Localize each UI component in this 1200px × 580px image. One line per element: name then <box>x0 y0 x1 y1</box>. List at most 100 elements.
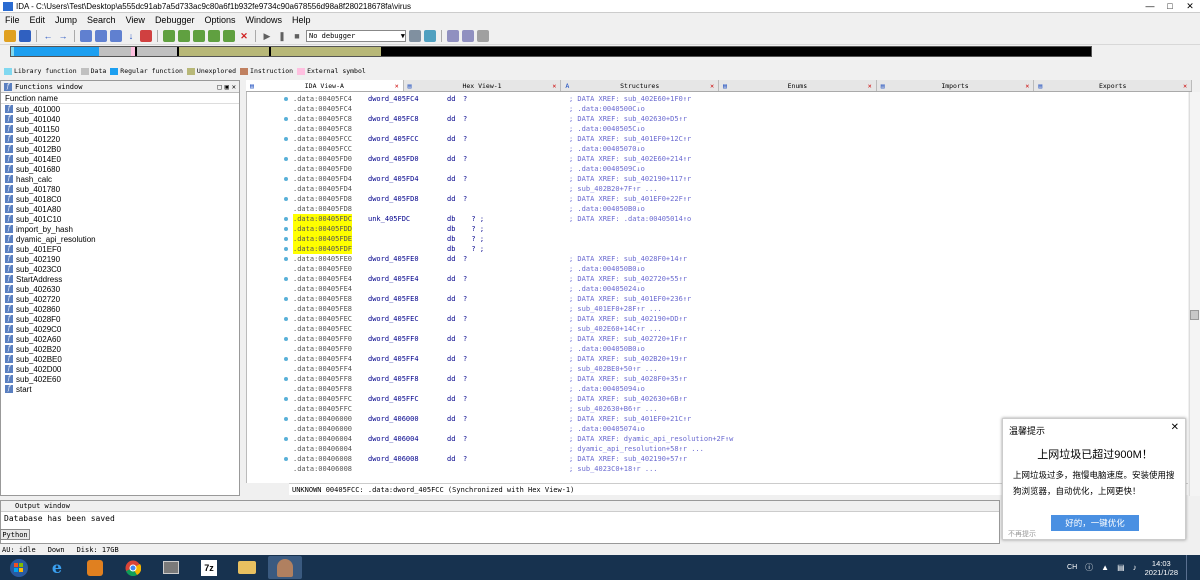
disasm-line[interactable]: .data:00405FF8 dword_405FF8 dd? ; DATA XREF… <box>247 374 1188 384</box>
function-list-item[interactable]: f sub_401780 <box>1 184 239 194</box>
disasm-line[interactable]: .data:00405FFC dword_405FFC dd? ; DATA XREF… <box>247 394 1188 404</box>
function-list-item[interactable]: f start <box>1 384 239 394</box>
function-list-item[interactable]: f sub_4018C0 <box>1 194 239 204</box>
pin-icon[interactable]: ▣ <box>225 83 229 91</box>
function-list-item[interactable]: f sub_402E60 <box>1 374 239 384</box>
network-icon[interactable]: ▤ <box>1117 563 1125 572</box>
disasm-line[interactable]: .data:00405FDC unk_405FDC db ? ; ; DATA XRE… <box>247 214 1188 224</box>
tab-exports[interactable]: ▤ Exports ✕ <box>1034 80 1193 91</box>
menu-file[interactable]: File <box>0 15 25 25</box>
disasm-line[interactable]: .data:00405FE0 ; .data:004050B0↓o <box>247 264 1188 274</box>
python-button[interactable]: Python <box>0 529 30 540</box>
disasm-line[interactable]: .data:00405FF0 ; .data:004050B0↓o <box>247 344 1188 354</box>
text-search-icon[interactable] <box>95 29 107 42</box>
function-list-item[interactable]: f sub_402720 <box>1 294 239 304</box>
debug-options-icon[interactable] <box>409 29 421 42</box>
minimize-icon[interactable]: — <box>1140 1 1160 11</box>
function-list-item[interactable]: f sub_4014E0 <box>1 154 239 164</box>
disasm-line[interactable]: .data:00405FC8 dword_405FC8 dd? ; DATA XREF… <box>247 114 1188 124</box>
disasm-line[interactable]: .data:00405FE8 ; sub_401EF0+28F↑r ... <box>247 304 1188 314</box>
disasm-line[interactable]: .data:00405FD0 ; .data:0040509C↓o <box>247 164 1188 174</box>
tab-hex-view-1[interactable]: ▤ Hex View-1 ✕ <box>403 80 562 91</box>
function-list-item[interactable]: f sub_401000 <box>1 104 239 114</box>
disasm-line[interactable]: .data:00405FF0 dword_405FF0 dd? ; DATA XREF… <box>247 334 1188 344</box>
disasm-line[interactable]: .data:00405FD4 dword_405FD4 dd? ; DATA XREF… <box>247 174 1188 184</box>
input-method-indicator[interactable]: CH <box>1067 564 1077 571</box>
menu-jump[interactable]: Jump <box>50 15 82 25</box>
function-name-column-header[interactable]: Function name <box>1 93 239 104</box>
disasm-line[interactable]: .data:00405FDD db ? ; <box>247 224 1188 234</box>
disasm-line[interactable]: .data:00405FC8 ; .data:0040505C↓o <box>247 124 1188 134</box>
function-list-item[interactable]: f sub_4012B0 <box>1 144 239 154</box>
disasm-line[interactable]: .data:00405FDE db ? ; <box>247 234 1188 244</box>
help-icon[interactable]: ⓘ <box>1085 562 1093 573</box>
vertical-scrollbar[interactable] <box>1189 92 1200 496</box>
close-icon[interactable]: ✕ <box>395 82 399 90</box>
maximize-icon[interactable]: □ <box>1160 1 1180 11</box>
disasm-line[interactable]: .data:00405FDF db ? ; <box>247 244 1188 254</box>
disasm-line[interactable]: .data:00405FFC ; sub_402630+B6↑r ... <box>247 404 1188 414</box>
close-icon[interactable]: ✕ <box>868 82 872 90</box>
tab-ida-view-a[interactable]: ▤ IDA View-A ✕ <box>246 80 404 91</box>
code-icon[interactable] <box>163 29 175 42</box>
clock[interactable]: 14:03 2021/1/28 <box>1145 559 1178 577</box>
call-graph-icon[interactable] <box>462 29 474 42</box>
float-icon[interactable]: □ <box>217 83 221 91</box>
function-list-item[interactable]: f sub_401150 <box>1 124 239 134</box>
menu-search[interactable]: Search <box>82 15 121 25</box>
tab-imports[interactable]: ▤ Imports ✕ <box>876 80 1035 91</box>
plugin-icon[interactable] <box>477 29 489 42</box>
function-list-item[interactable]: f StartAddress <box>1 274 239 284</box>
undefine-icon[interactable]: ✕ <box>238 30 250 42</box>
optimize-button[interactable]: 好的，一键优化 <box>1051 515 1139 531</box>
disasm-line[interactable]: .data:00405FCC dword_405FCC dd? ; DATA XREF… <box>247 134 1188 144</box>
ie-taskbar-icon[interactable]: e <box>40 556 74 579</box>
binary-search-icon[interactable] <box>80 29 92 42</box>
scrollbar-thumb[interactable] <box>1190 310 1199 320</box>
function-list-item[interactable]: f sub_401680 <box>1 164 239 174</box>
disasm-line[interactable]: .data:00405FF8 ; .data:00405094↓o <box>247 384 1188 394</box>
menu-edit[interactable]: Edit <box>25 15 51 25</box>
disasm-line[interactable]: .data:00405FE0 dword_405FE0 dd? ; DATA XREF… <box>247 254 1188 264</box>
disasm-line[interactable]: .data:00405FE4 dword_405FE4 dd? ; DATA XREF… <box>247 274 1188 284</box>
menu-options[interactable]: Options <box>199 15 240 25</box>
tab-enums[interactable]: ▤ Enums ✕ <box>719 80 877 91</box>
tab-structures[interactable]: A Structures ✕ <box>561 80 720 91</box>
back-arrow-icon[interactable]: ← <box>42 30 54 42</box>
menu-debugger[interactable]: Debugger <box>150 15 200 25</box>
disasm-line[interactable]: .data:00405FF4 ; sub_402BE0+50↑r ... <box>247 364 1188 374</box>
function-list-item[interactable]: f sub_401C10 <box>1 214 239 224</box>
search-icon[interactable] <box>110 29 122 42</box>
7zip-taskbar-icon[interactable]: 7z <box>192 556 226 579</box>
function-list-item[interactable]: f sub_402860 <box>1 304 239 314</box>
show-desktop-button[interactable] <box>1186 555 1194 580</box>
close-icon[interactable]: ✕ <box>1183 82 1187 90</box>
menu-windows[interactable]: Windows <box>241 15 288 25</box>
function-list-item[interactable]: f sub_401040 <box>1 114 239 124</box>
function-list-item[interactable]: f sub_402190 <box>1 254 239 264</box>
function-icon[interactable] <box>223 29 235 42</box>
menu-help[interactable]: Help <box>287 15 316 25</box>
close-icon[interactable]: ✕ <box>232 83 239 91</box>
debugger-select[interactable]: No debugger ▼ <box>306 29 406 42</box>
disasm-line[interactable]: .data:00405FD4 ; sub_402B20+7F↑r ... <box>247 184 1188 194</box>
array-icon[interactable] <box>208 29 220 42</box>
pause-icon[interactable]: ❚ <box>276 30 288 42</box>
disasm-line[interactable]: .data:00405FE4 ; .data:00405024↓o <box>247 284 1188 294</box>
jump-down-icon[interactable]: ↓ <box>125 30 137 42</box>
breakpoint-icon[interactable] <box>140 29 152 42</box>
function-list-item[interactable]: f sub_401A80 <box>1 204 239 214</box>
disasm-line[interactable]: .data:00405FD8 ; .data:004050B0↓o <box>247 204 1188 214</box>
disasm-line[interactable]: .data:00405FCC ; .data:00405070↓o <box>247 144 1188 154</box>
close-icon[interactable]: ✕ <box>552 82 556 90</box>
disasm-line[interactable]: .data:00405FD0 dword_405FD0 dd? ; DATA XREF… <box>247 154 1188 164</box>
open-icon[interactable] <box>4 29 16 42</box>
struct-icon[interactable] <box>193 29 205 42</box>
ida-taskbar-icon[interactable] <box>268 556 302 579</box>
function-list-item[interactable]: f sub_402B20 <box>1 344 239 354</box>
close-icon[interactable]: ✕ <box>1025 82 1029 90</box>
forward-arrow-icon[interactable]: → <box>57 30 69 42</box>
folder-taskbar-icon[interactable] <box>230 556 264 579</box>
graph-icon[interactable] <box>424 29 436 42</box>
function-list-item[interactable]: f sub_4028F0 <box>1 314 239 324</box>
